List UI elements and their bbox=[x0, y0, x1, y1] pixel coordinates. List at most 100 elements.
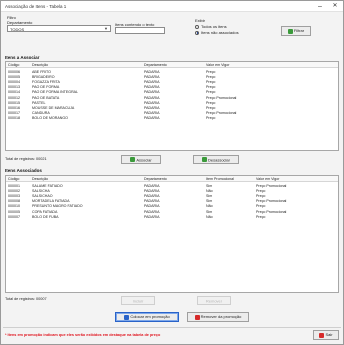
table-cell: 000010 bbox=[8, 204, 20, 209]
star-icon bbox=[124, 314, 130, 320]
col-value: Valor em Vigor bbox=[206, 63, 230, 67]
table-cell: ABE FRITO bbox=[32, 69, 51, 74]
table-cell: BOLO DE FUBA bbox=[32, 214, 59, 219]
col-code: Código bbox=[8, 63, 20, 67]
table-row[interactable]: 000007 BOLO DE FUBA PADARIA Não Preço bbox=[6, 214, 338, 219]
remove-promo-button-label: Remover da promoção bbox=[200, 314, 242, 319]
associated-title: Itens Associados bbox=[5, 168, 42, 173]
exit-button-label: Sair bbox=[325, 332, 333, 337]
minimize-icon[interactable]: – bbox=[313, 2, 327, 11]
table-cell: PADARIA bbox=[144, 111, 160, 116]
close-icon[interactable]: ✕ bbox=[328, 2, 342, 11]
department-value: TODOS bbox=[10, 27, 25, 32]
col-code: Código bbox=[8, 177, 20, 181]
table-cell: PADARIA bbox=[144, 79, 160, 84]
associate-button-label: Associar bbox=[136, 157, 152, 163]
show-label: Exibir bbox=[195, 18, 206, 23]
col-description: Descrição bbox=[32, 177, 48, 181]
table-cell: 000014 bbox=[8, 90, 20, 95]
table-cell: 000004 bbox=[8, 79, 20, 84]
table-cell: PADARIA bbox=[144, 85, 160, 90]
chevron-down-icon: ▼ bbox=[104, 26, 108, 31]
remove-icon bbox=[194, 314, 200, 320]
table-cell: PADARIA bbox=[144, 193, 160, 198]
filter-panel: Filtro Departamento TODOS ▼ Itens conten… bbox=[5, 15, 339, 51]
table-cell: 000017 bbox=[8, 111, 20, 116]
main-window: Associação de Itens - Tabela 1 – ✕ Filtr… bbox=[0, 0, 344, 345]
associate-button[interactable]: Associar bbox=[121, 155, 161, 164]
arrow-down-icon bbox=[130, 157, 136, 163]
radio-dot-selected-icon bbox=[195, 30, 199, 35]
to-associate-grid: Código Descrição Departamento Valor em V… bbox=[5, 61, 339, 151]
remove-promo-button[interactable]: Remover da promoção bbox=[187, 312, 249, 322]
table-cell: Preço Promocional bbox=[206, 95, 237, 100]
table-cell: Preço bbox=[256, 193, 266, 198]
to-associate-header: Código Descrição Departamento Valor em V… bbox=[6, 62, 338, 68]
dissociate-button-label: Desassociar bbox=[207, 157, 230, 163]
table-cell: 000007 bbox=[8, 214, 20, 219]
associated-grid: Código Descrição Departamento Item Promo… bbox=[5, 175, 339, 293]
table-cell: 000002 bbox=[8, 188, 20, 193]
dissociate-button[interactable]: Desassociar bbox=[193, 155, 239, 164]
include-button-disabled[interactable]: Incluir bbox=[121, 296, 155, 305]
table-cell: PAO DE BATATA bbox=[32, 95, 60, 100]
radio-all-label: Todos os itens bbox=[201, 24, 227, 29]
table-cell: Preço Promocional bbox=[206, 111, 237, 116]
table-cell: SALSICHAO bbox=[32, 193, 53, 198]
table-cell: Sim bbox=[206, 199, 213, 204]
table-cell: 000006 bbox=[8, 69, 20, 74]
table-cell: PADARIA bbox=[144, 204, 160, 209]
remove-button-disabled[interactable]: Remover bbox=[197, 296, 231, 305]
table-cell: COPA FATIADA bbox=[32, 209, 58, 214]
table-cell: BRIGADEIRO bbox=[32, 74, 55, 79]
promo-warning: * Itens em promoção indicam que eles ser… bbox=[5, 333, 161, 337]
table-cell: Preço Promocional bbox=[256, 183, 287, 188]
table-cell: PADARIA bbox=[144, 209, 160, 214]
col-promo: Item Promocional bbox=[206, 177, 234, 181]
exit-icon bbox=[319, 332, 325, 338]
table-cell: PADARIA bbox=[144, 116, 160, 121]
title-bar: Associação de Itens - Tabela 1 – ✕ bbox=[1, 1, 343, 12]
table-cell: 000012 bbox=[8, 95, 20, 100]
table-cell: Preço bbox=[206, 74, 216, 79]
table-cell: PADARIA bbox=[144, 105, 160, 110]
filter-button[interactable]: Filtrar bbox=[281, 26, 311, 36]
table-cell: PADARIA bbox=[144, 214, 160, 219]
table-cell: SALAME FATIADO bbox=[32, 183, 63, 188]
table-cell: Preço bbox=[206, 90, 216, 95]
promo-button[interactable]: Colocar em promoção bbox=[115, 312, 179, 322]
radio-all-items[interactable]: Todos os itens bbox=[195, 24, 227, 29]
associated-header: Código Descrição Departamento Item Promo… bbox=[6, 176, 338, 182]
table-cell: PADARIA bbox=[144, 188, 160, 193]
table-cell: PADARIA bbox=[144, 100, 160, 105]
table-cell: SALSICHA bbox=[32, 188, 50, 193]
table-cell: BOLO DE MORANGO bbox=[32, 116, 68, 121]
table-cell: 000013 bbox=[8, 85, 20, 90]
department-select[interactable]: TODOS ▼ bbox=[7, 25, 111, 32]
filter-button-label: Filtrar bbox=[293, 28, 305, 33]
text-filter-input[interactable] bbox=[115, 27, 165, 34]
table-cell: 000005 bbox=[8, 74, 20, 79]
table-cell: Preço Promocional bbox=[256, 209, 287, 214]
radio-associated-label: Itens não associados bbox=[201, 30, 239, 35]
table-cell: FOGAZZA FRITA bbox=[32, 79, 60, 84]
arrow-up-icon bbox=[201, 157, 207, 163]
to-associate-total: Total de registros: 00021 bbox=[5, 157, 47, 161]
table-cell: PAO DE FORMA bbox=[32, 85, 60, 90]
col-value: Valor em Vigor bbox=[256, 177, 280, 181]
table-cell: 000016 bbox=[8, 105, 20, 110]
table-cell: Preço bbox=[206, 105, 216, 110]
table-cell: 000015 bbox=[8, 100, 20, 105]
divider bbox=[3, 327, 341, 328]
radio-dot-icon bbox=[195, 24, 199, 29]
table-cell: PADARIA bbox=[144, 74, 160, 79]
exit-button[interactable]: Sair bbox=[313, 330, 339, 340]
table-cell: PAO DE FORMA INTEGRAL bbox=[32, 90, 79, 95]
table-cell: Sim bbox=[206, 193, 213, 198]
table-cell: Preço bbox=[206, 100, 216, 105]
radio-not-associated[interactable]: Itens não associados bbox=[195, 30, 239, 35]
table-row[interactable]: 000018 BOLO DE MORANGO PADARIA Preço bbox=[6, 116, 338, 121]
table-cell: PASTEL bbox=[32, 100, 46, 105]
remove-button-label: Remover bbox=[205, 298, 223, 304]
table-cell: 000018 bbox=[8, 116, 20, 121]
